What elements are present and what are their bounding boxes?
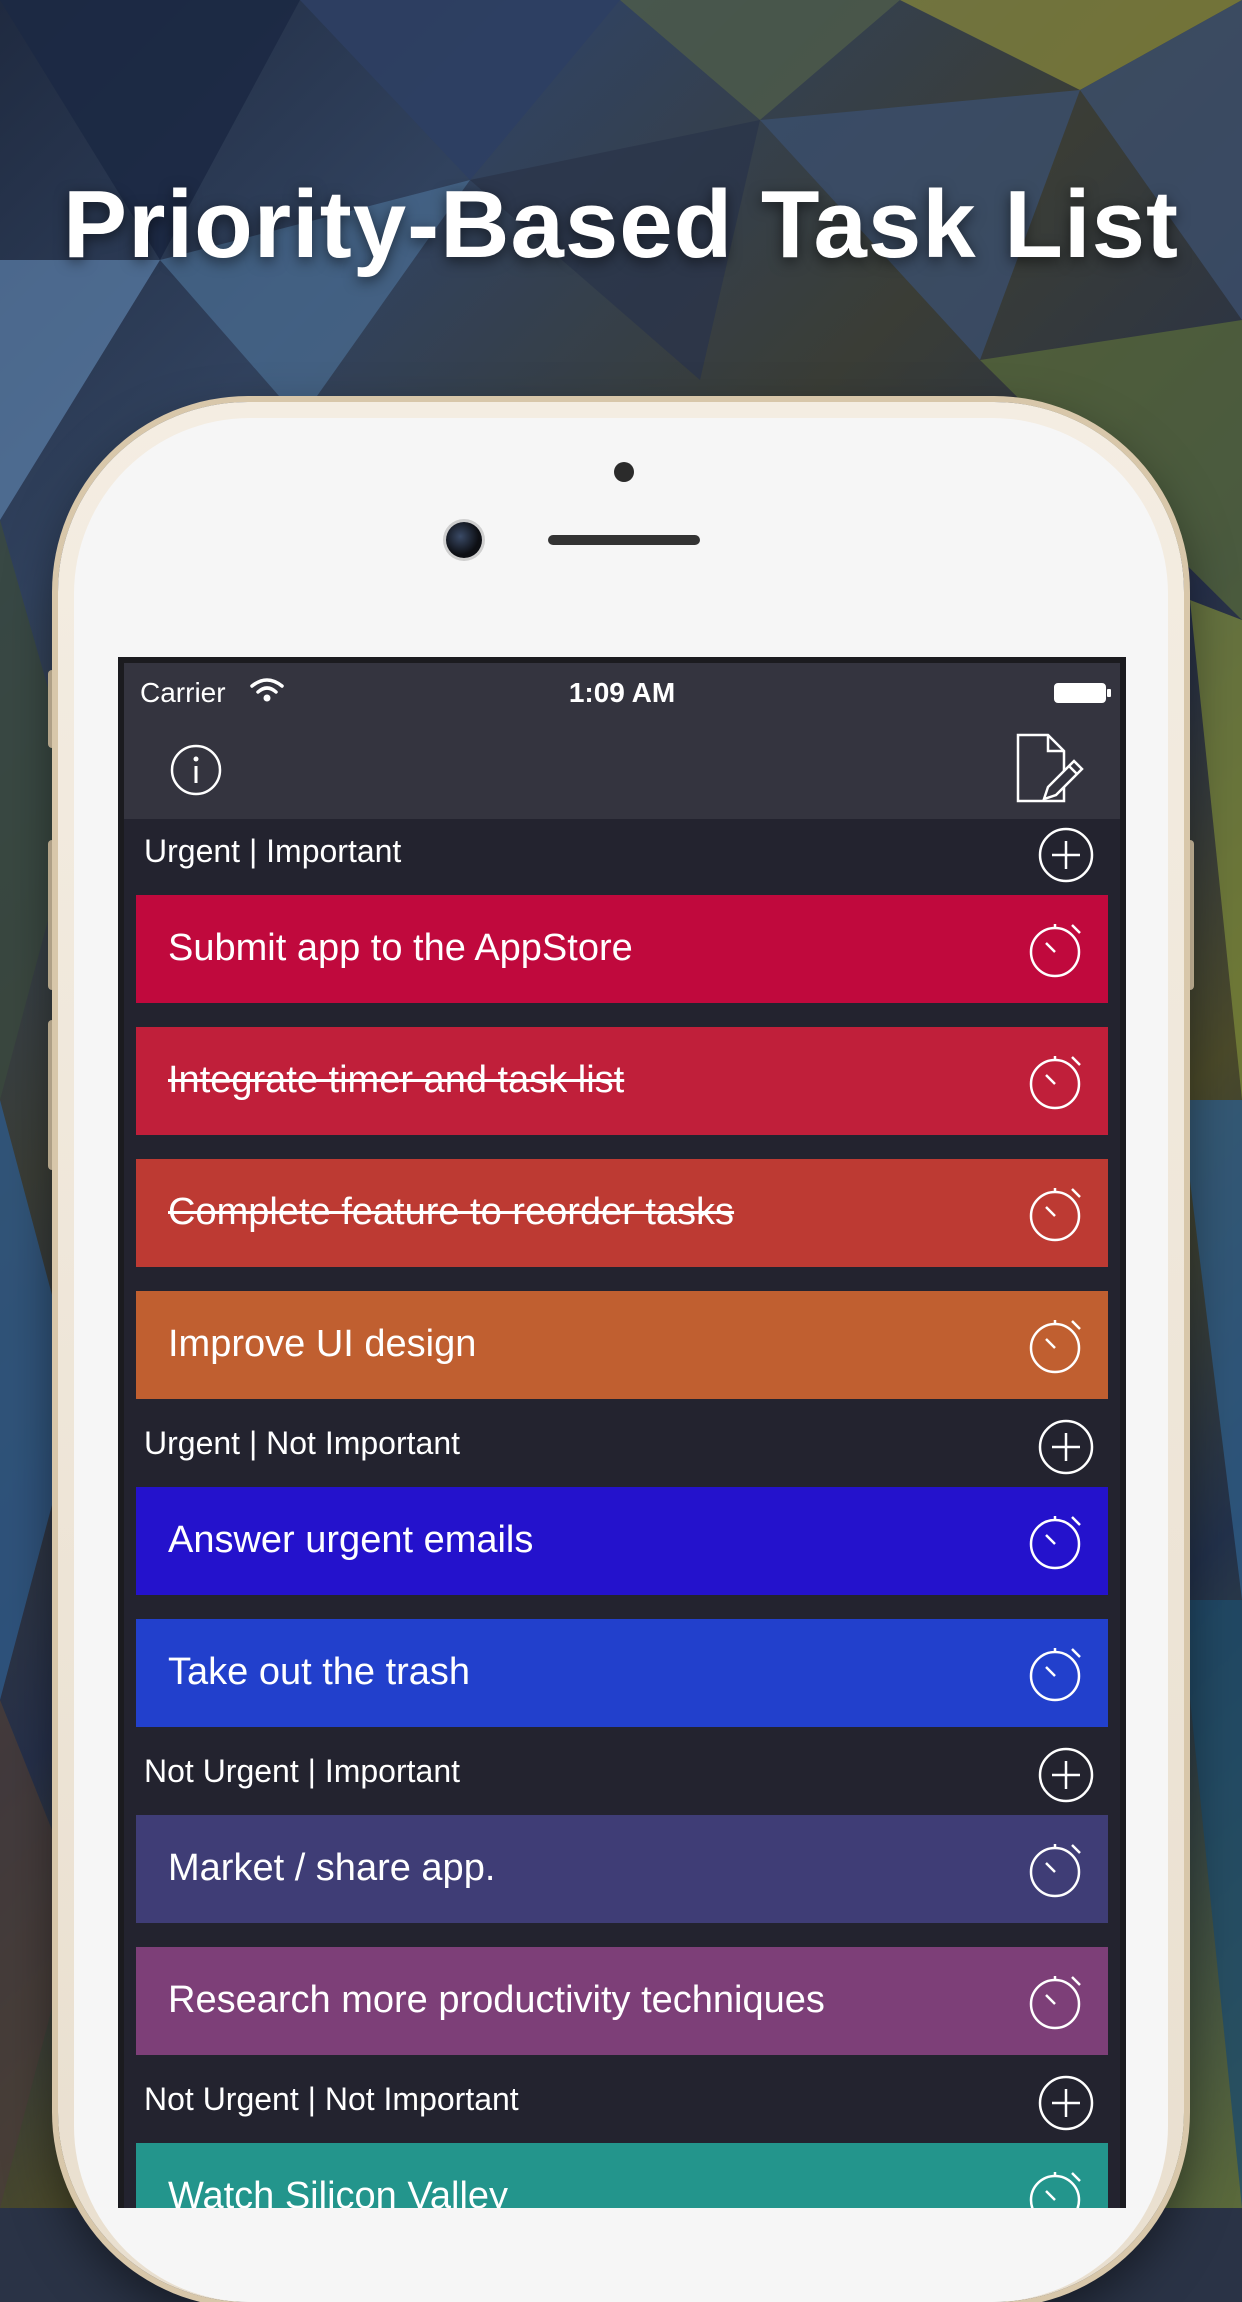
section-header: Not Urgent | Not Important: [124, 2067, 1120, 2133]
stopwatch-icon[interactable]: [1028, 2167, 1086, 2208]
task-row[interactable]: Watch Silicon Valley: [136, 2143, 1108, 2208]
battery-icon: [1054, 683, 1111, 703]
front-camera: [446, 522, 482, 558]
phone-volume-down-button: [48, 1020, 58, 1170]
add-circle-icon[interactable]: [1038, 1419, 1094, 1475]
phone-power-button: [1184, 840, 1194, 990]
stopwatch-icon[interactable]: [1028, 1971, 1086, 2031]
info-icon[interactable]: [170, 744, 222, 796]
task-row[interactable]: Research more productivity techniques: [136, 1947, 1108, 2055]
earpiece-speaker: [548, 535, 700, 545]
proximity-sensor: [614, 462, 634, 482]
section-header: Urgent | Not Important: [124, 1411, 1120, 1477]
phone-volume-up-button: [48, 840, 58, 990]
section-header: Not Urgent | Important: [124, 1739, 1120, 1805]
add-circle-icon[interactable]: [1038, 2075, 1094, 2131]
status-bar: Carrier 1:09 AM: [124, 663, 1120, 721]
section-header: Urgent | Important: [124, 819, 1120, 885]
task-label: Improve UI design: [168, 1323, 477, 1365]
nav-bar: [124, 721, 1120, 819]
stopwatch-icon[interactable]: [1028, 1643, 1086, 1703]
section-title: Urgent | Not Important: [144, 1425, 460, 1461]
stopwatch-icon[interactable]: [1028, 1315, 1086, 1375]
task-label: Market / share app.: [168, 1847, 496, 1889]
task-row[interactable]: Submit app to the AppStore: [136, 895, 1108, 1003]
task-label: Answer urgent emails: [168, 1519, 534, 1561]
stopwatch-icon[interactable]: [1028, 919, 1086, 979]
app-screen: Carrier 1:09 AM Urgent | Important Submi…: [118, 657, 1126, 2208]
task-label: Research more productivity techniques: [168, 1979, 825, 2021]
add-circle-icon[interactable]: [1038, 1747, 1094, 1803]
section-title: Not Urgent | Not Important: [144, 2081, 519, 2117]
task-list: Urgent | Important Submit app to the App…: [124, 819, 1120, 2208]
add-circle-icon[interactable]: [1038, 827, 1094, 883]
task-label: Complete feature to reorder tasks: [168, 1191, 735, 1233]
task-row[interactable]: Answer urgent emails: [136, 1487, 1108, 1595]
compose-icon[interactable]: [1014, 733, 1084, 805]
task-row[interactable]: Take out the trash: [136, 1619, 1108, 1727]
task-label: Submit app to the AppStore: [168, 927, 633, 969]
task-row[interactable]: Complete feature to reorder tasks: [136, 1159, 1108, 1267]
task-label: Integrate timer and task list: [168, 1059, 625, 1101]
phone-mute-switch: [48, 670, 58, 748]
task-label: Watch Silicon Valley: [168, 2175, 509, 2208]
headline: Priority-Based Task List: [63, 171, 1179, 278]
stopwatch-icon[interactable]: [1028, 1839, 1086, 1899]
task-row[interactable]: Improve UI design: [136, 1291, 1108, 1399]
task-row[interactable]: Integrate timer and task list: [136, 1027, 1108, 1135]
status-time: 1:09 AM: [568, 677, 676, 708]
section-title: Not Urgent | Important: [144, 1753, 460, 1789]
task-row[interactable]: Market / share app.: [136, 1815, 1108, 1923]
stopwatch-icon[interactable]: [1028, 1511, 1086, 1571]
stopwatch-icon[interactable]: [1028, 1183, 1086, 1243]
stopwatch-icon[interactable]: [1028, 1051, 1086, 1111]
task-label: Take out the trash: [168, 1651, 471, 1693]
section-title: Urgent | Important: [144, 833, 402, 869]
